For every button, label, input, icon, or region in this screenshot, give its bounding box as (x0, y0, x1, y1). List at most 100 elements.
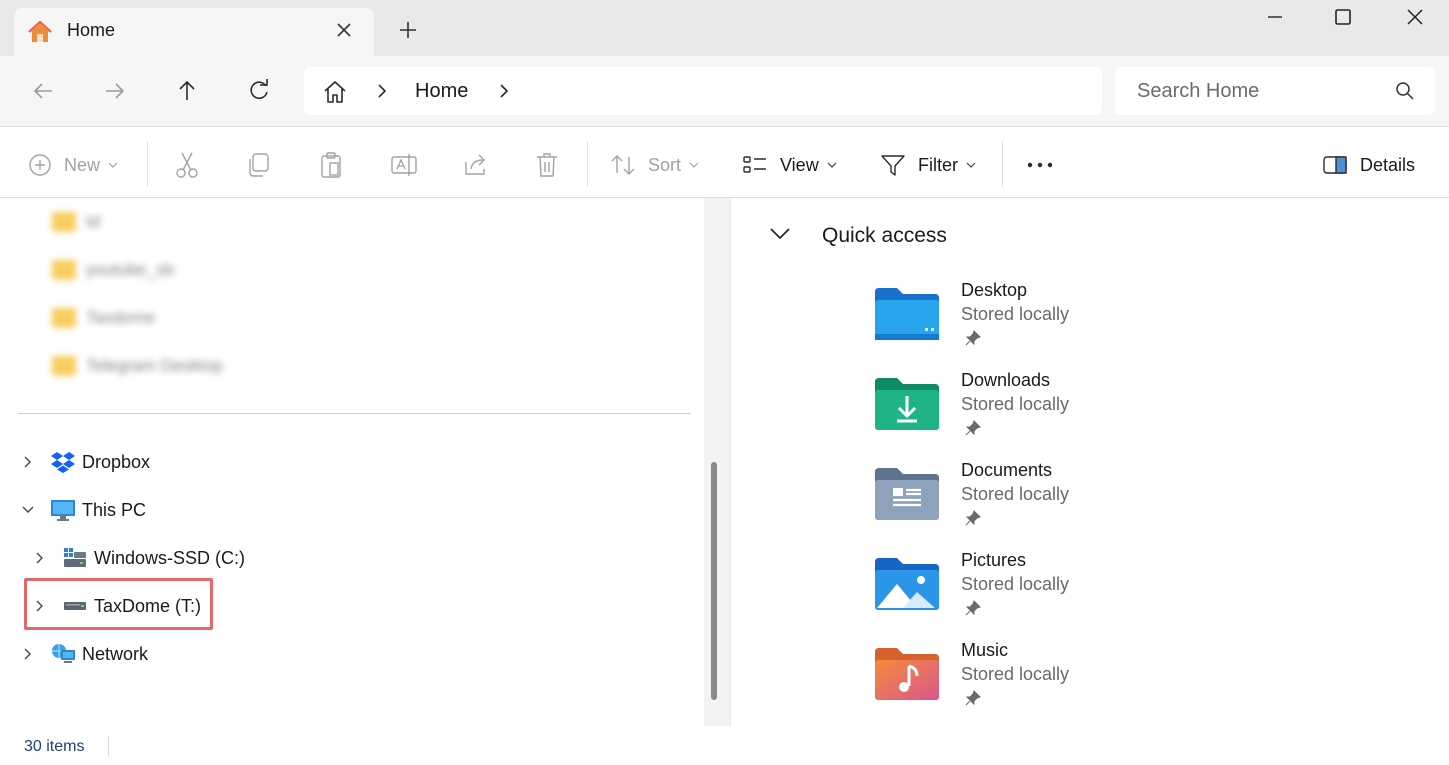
pin-icon (965, 420, 981, 436)
tab-home[interactable]: Home (14, 8, 374, 56)
highlight-box (24, 578, 213, 630)
quick-access-item-status: Stored locally (961, 394, 1070, 414)
maximize-icon[interactable] (1313, 4, 1373, 30)
tree-item-this-pc[interactable]: This PC (20, 495, 146, 525)
system-drive-icon (64, 548, 86, 567)
home-icon (28, 20, 52, 42)
details-button[interactable]: Details (1322, 151, 1415, 179)
chevron-down-icon (966, 162, 976, 168)
quick-access-item-name: Pictures (961, 550, 1027, 570)
navigation-bar: Home (0, 56, 1449, 126)
status-separator (108, 736, 109, 756)
filter-button[interactable]: Filter (880, 151, 976, 179)
quick-access-item-pictures[interactable]: Pictures Stored locally (873, 550, 1273, 636)
pin-icon (965, 690, 981, 706)
chevron-right-icon[interactable] (374, 82, 390, 100)
downloads-folder-icon (875, 378, 939, 430)
details-label: Details (1360, 154, 1416, 175)
quick-access-item-downloads[interactable]: Downloads Stored locally (873, 370, 1273, 456)
sort-icon (611, 155, 635, 175)
plus-icon[interactable] (397, 19, 419, 41)
pictures-folder-icon (875, 558, 939, 610)
view-label: View (780, 154, 819, 175)
tree-item-network[interactable]: Network (20, 639, 148, 669)
folder-icon (52, 356, 76, 376)
tab-close-icon[interactable] (334, 20, 354, 40)
toolbar-separator (147, 141, 148, 187)
tree-item-label: Network (82, 643, 149, 664)
tree-item-label: Telegram Desktop (86, 356, 224, 375)
rename-icon[interactable] (390, 151, 418, 179)
tree-item-windows-ssd[interactable]: Windows-SSD (C:) (32, 543, 245, 573)
tree-item-blurred[interactable]: td (52, 209, 100, 235)
copy-icon[interactable] (246, 151, 272, 179)
quick-access-item-status: Stored locally (961, 304, 1070, 324)
tree-item-label: td (86, 212, 101, 231)
sort-button[interactable]: Sort (610, 151, 699, 179)
delete-icon[interactable] (534, 151, 560, 179)
filter-icon (881, 155, 905, 176)
tree-item-label: youtube_sb (86, 260, 174, 279)
tree-item-label: Taxdome (86, 308, 155, 327)
tree-item-blurred[interactable]: Telegram Desktop (52, 353, 223, 379)
toolbar-separator (1002, 141, 1003, 187)
search-box[interactable] (1115, 67, 1435, 115)
new-button[interactable]: New (28, 151, 118, 179)
minimize-icon[interactable] (1245, 4, 1305, 30)
network-icon (52, 644, 75, 663)
item-count: 30 items (24, 738, 85, 755)
close-icon[interactable] (1385, 4, 1445, 30)
music-folder-icon (875, 648, 939, 700)
chevron-right-icon[interactable] (20, 646, 36, 662)
pin-icon (965, 330, 981, 346)
quick-access-item-documents[interactable]: Documents Stored locally (873, 460, 1273, 546)
chevron-down-icon (108, 162, 118, 168)
scrollbar-track[interactable] (704, 198, 730, 726)
tab-title: Home (67, 20, 116, 40)
search-icon[interactable] (1395, 81, 1415, 101)
home-icon[interactable] (322, 79, 348, 105)
share-icon[interactable] (462, 151, 490, 179)
chevron-down-icon[interactable] (20, 502, 36, 518)
documents-folder-icon (875, 468, 939, 520)
chevron-right-icon[interactable] (20, 454, 36, 470)
toolbar-separator (587, 141, 588, 187)
refresh-icon[interactable] (244, 76, 274, 106)
new-label: New (64, 154, 101, 175)
address-bar[interactable]: Home (304, 67, 1102, 115)
quick-access-item-status: Stored locally (961, 484, 1070, 504)
dropbox-icon (51, 452, 75, 473)
back-arrow-icon[interactable] (28, 76, 58, 106)
up-arrow-icon[interactable] (172, 76, 202, 106)
forward-arrow-icon[interactable] (100, 76, 130, 106)
chevron-right-icon[interactable] (32, 550, 48, 566)
title-bar: Home (0, 0, 1449, 56)
quick-access-item-music[interactable]: Music Stored locally (873, 640, 1273, 726)
quick-access-title[interactable]: Quick access (822, 224, 947, 248)
quick-access-item-desktop[interactable]: Desktop Stored locally (873, 280, 1273, 366)
cut-icon[interactable] (174, 151, 200, 179)
paste-icon[interactable] (318, 151, 344, 179)
tree-item-dropbox[interactable]: Dropbox (20, 447, 150, 477)
folder-icon (52, 260, 76, 280)
breadcrumb-home[interactable]: Home (415, 80, 468, 103)
view-button[interactable]: View (742, 151, 837, 179)
chevron-down-icon (827, 162, 837, 168)
chevron-down-icon[interactable] (769, 225, 791, 241)
pin-icon (965, 600, 981, 616)
tree-item-blurred[interactable]: youtube_sb (52, 257, 174, 283)
pin-icon (965, 510, 981, 526)
search-input[interactable] (1137, 79, 1387, 103)
tree-item-label: Windows-SSD (C:) (94, 547, 246, 568)
tree-item-blurred[interactable]: Taxdome (52, 305, 155, 331)
command-bar: New Sort View Filter Details (0, 126, 1449, 198)
details-pane-icon (1323, 156, 1347, 174)
monitor-icon (51, 500, 75, 521)
more-options-icon[interactable] (1026, 151, 1054, 179)
view-list-icon (743, 156, 766, 173)
chevron-right-icon[interactable] (496, 82, 512, 100)
content-pane: Quick access Desktop Stored locally Down… (730, 198, 1449, 726)
scrollbar-thumb[interactable] (711, 462, 717, 700)
sort-label: Sort (648, 154, 682, 175)
navigation-pane: td youtube_sb Taxdome Telegram Desktop D… (0, 198, 730, 726)
